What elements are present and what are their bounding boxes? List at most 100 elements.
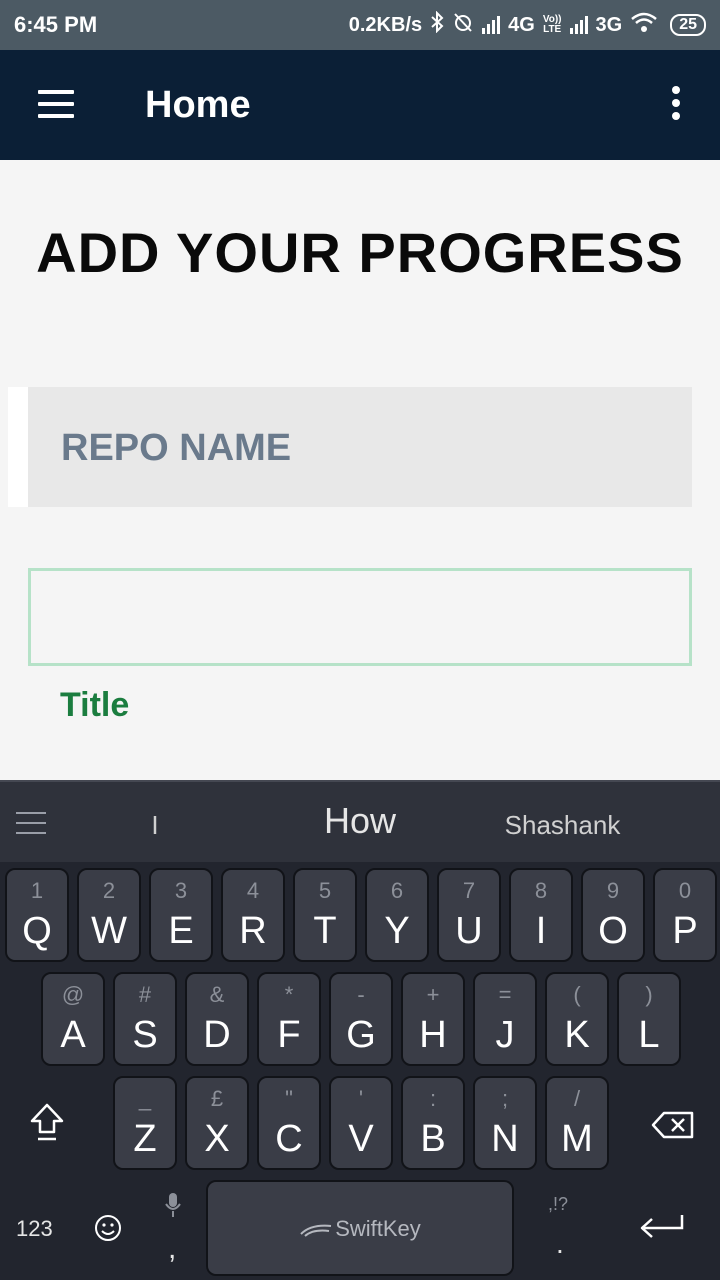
key-hint: ; xyxy=(501,1086,509,1111)
key-f[interactable]: * F xyxy=(257,972,321,1066)
alarm-off-icon xyxy=(452,11,474,39)
repo-name-label: REPO NAME xyxy=(61,427,292,469)
key-c[interactable]: " C xyxy=(257,1076,321,1170)
key-x[interactable]: £ X xyxy=(185,1076,249,1170)
enter-icon[interactable] xyxy=(638,1212,686,1242)
suggestion-1[interactable]: I xyxy=(120,810,190,841)
key-r[interactable]: 4R xyxy=(221,868,285,962)
key-e[interactable]: 3E xyxy=(149,868,213,962)
key-hint: £ xyxy=(210,1086,224,1111)
key-l[interactable]: ) L xyxy=(617,972,681,1066)
key-p[interactable]: 0P xyxy=(653,868,717,962)
key-q[interactable]: 1Q xyxy=(5,868,69,962)
key-m[interactable]: / M xyxy=(545,1076,609,1170)
key-hint: + xyxy=(426,982,440,1007)
key-label: Y xyxy=(384,910,410,952)
key-label: X xyxy=(204,1118,230,1160)
key-hint: ( xyxy=(573,982,581,1007)
status-indicators: 0.2KB/s 4G Vo)) LTE 3G 25 xyxy=(348,10,706,39)
key-label: U xyxy=(455,910,483,952)
key-u[interactable]: 7U xyxy=(437,868,501,962)
key-label: C xyxy=(275,1118,303,1160)
suggestion-3[interactable]: Shashank xyxy=(480,810,645,841)
key-hint: " xyxy=(285,1086,293,1111)
suggestion-bar: I How Shashank xyxy=(0,780,720,862)
repo-name-accent xyxy=(8,387,28,507)
key-hint: 3 xyxy=(174,878,188,903)
key-label: T xyxy=(313,910,337,952)
more-vert-icon[interactable] xyxy=(670,86,682,126)
key-a[interactable]: @ A xyxy=(41,972,105,1066)
key-n[interactable]: ; N xyxy=(473,1076,537,1170)
key-hint: 4 xyxy=(246,878,260,903)
key-i[interactable]: 8I xyxy=(509,868,573,962)
key-d[interactable]: & D xyxy=(185,972,249,1066)
key-hint: 6 xyxy=(390,878,404,903)
key-label: M xyxy=(561,1118,593,1160)
key-label: J xyxy=(495,1014,515,1056)
punctuation-hint: ,!? xyxy=(548,1194,569,1214)
key-hint: = xyxy=(498,982,512,1007)
key-label: G xyxy=(346,1014,376,1056)
key-z[interactable]: _ Z xyxy=(113,1076,177,1170)
space-bar[interactable]: SwiftKey xyxy=(206,1180,514,1276)
key-label: O xyxy=(598,910,628,952)
key-label: L xyxy=(638,1014,660,1056)
numbers-key[interactable]: 123 xyxy=(16,1216,53,1242)
key-o[interactable]: 9O xyxy=(581,868,645,962)
key-label: B xyxy=(420,1118,446,1160)
repo-name-field[interactable]: REPO NAME xyxy=(28,387,692,507)
emoji-icon[interactable] xyxy=(94,1214,122,1242)
key-b[interactable]: :B xyxy=(401,1076,465,1170)
key-w[interactable]: 2W xyxy=(77,868,141,962)
key-hint: 9 xyxy=(606,878,620,903)
period-key[interactable]: . xyxy=(556,1228,564,1260)
hamburger-menu-icon[interactable] xyxy=(38,90,74,118)
key-label: A xyxy=(60,1014,86,1056)
signal-strength-2-icon xyxy=(569,16,588,34)
key-hint: ) xyxy=(645,982,653,1007)
key-j[interactable]: = J xyxy=(473,972,537,1066)
key-s[interactable]: # S xyxy=(113,972,177,1066)
key-hint: 2 xyxy=(102,878,116,903)
volte-icon: Vo)) LTE xyxy=(543,15,562,35)
network-speed: 0.2KB/s xyxy=(348,13,423,36)
key-v[interactable]: ' V xyxy=(329,1076,393,1170)
bluetooth-icon xyxy=(430,10,444,39)
key-t[interactable]: 5T xyxy=(293,868,357,962)
microphone-icon[interactable] xyxy=(164,1192,182,1218)
backspace-icon[interactable] xyxy=(650,1110,696,1140)
key-h[interactable]: + H xyxy=(401,972,465,1066)
key-label: I xyxy=(535,910,547,952)
key-hint: : xyxy=(429,1086,437,1111)
key-hint: 5 xyxy=(318,878,332,903)
key-label: H xyxy=(419,1014,447,1056)
shift-icon[interactable] xyxy=(28,1102,66,1142)
suggestion-2[interactable]: How xyxy=(280,800,440,842)
network-type-1: 4G xyxy=(508,13,535,36)
app-bar: Home xyxy=(0,50,720,160)
key-hint: 1 xyxy=(30,878,44,903)
key-label: R xyxy=(239,910,267,952)
title-label: Title xyxy=(60,686,130,724)
key-label: Q xyxy=(22,910,52,952)
key-label: S xyxy=(132,1014,158,1056)
key-label: N xyxy=(491,1118,519,1160)
key-hint: - xyxy=(357,982,365,1007)
title-input[interactable] xyxy=(28,568,692,666)
key-label: E xyxy=(168,910,194,952)
keyboard-menu-icon[interactable] xyxy=(16,812,46,842)
status-bar: 6:45 PM 0.2KB/s 4G Vo)) LTE 3G 25 xyxy=(0,0,720,50)
comma-key[interactable]: , xyxy=(168,1232,176,1266)
key-hint: & xyxy=(209,982,225,1007)
lte-label: LTE xyxy=(543,24,562,35)
key-y[interactable]: 6Y xyxy=(365,868,429,962)
key-g[interactable]: -G xyxy=(329,972,393,1066)
key-label: W xyxy=(91,910,127,952)
key-hint: @ xyxy=(61,982,85,1007)
key-k[interactable]: (K xyxy=(545,972,609,1066)
wifi-icon xyxy=(630,11,658,39)
app-title: Home xyxy=(145,84,251,126)
signal-strength-icon xyxy=(482,16,501,34)
key-hint: # xyxy=(138,982,152,1007)
